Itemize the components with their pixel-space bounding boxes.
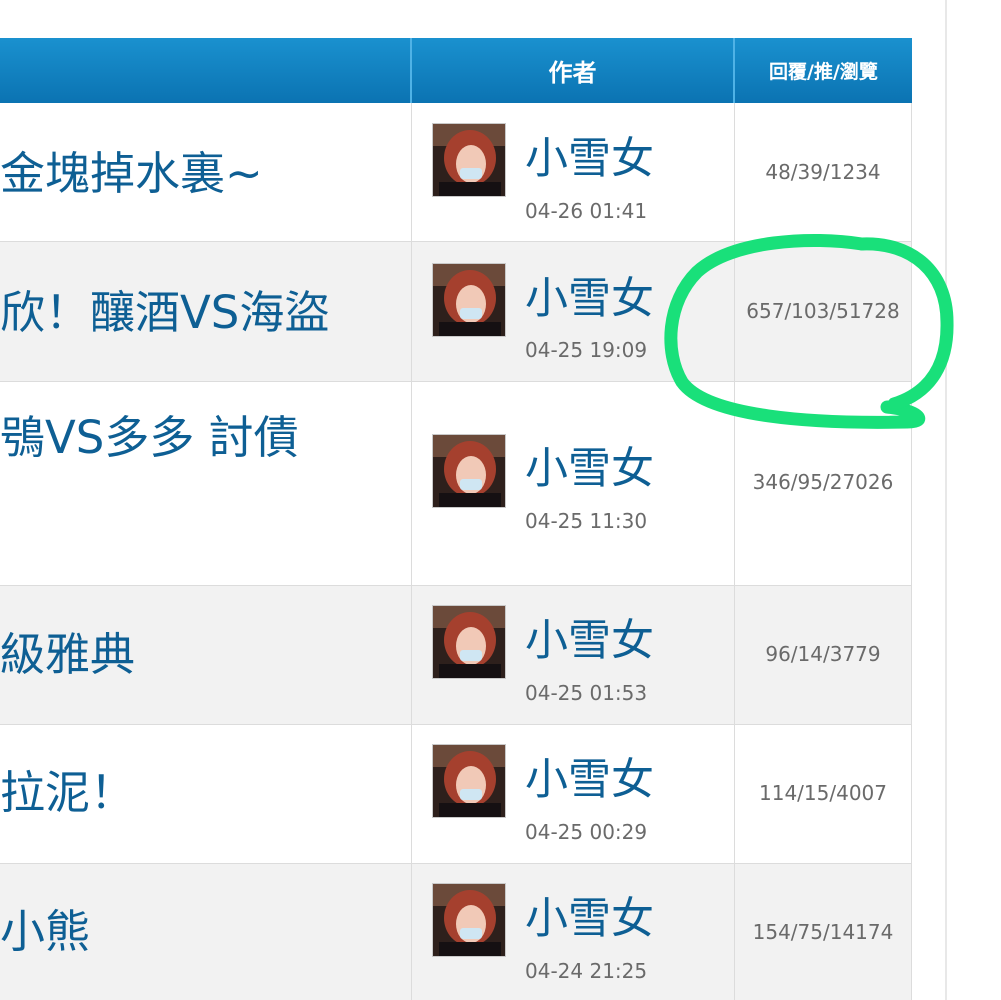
reply-push-view-stats: 346/95/27026 (752, 470, 894, 494)
post-time: 04-24 21:25 (525, 959, 648, 983)
avatar-image (433, 884, 505, 956)
reply-push-view-stats: 114/15/4007 (759, 781, 887, 805)
avatar-image (433, 264, 505, 336)
thread-title-link[interactable]: 鴞VS多多 討債 (0, 410, 405, 466)
table-row[interactable]: 小熊 小雪女 04-24 21:25 154/75/14174 (0, 864, 912, 1000)
reply-push-view-stats: 48/39/1234 (765, 160, 881, 184)
forum-page: 作者 回覆/推/瀏覽 金塊掉水裏~ 小雪女 04-26 01:41 48/39/… (0, 0, 1001, 1000)
reply-push-view-stats: 96/14/3779 (765, 642, 881, 666)
author-name-link[interactable]: 小雪女 (525, 893, 654, 945)
thread-title-link[interactable]: 小熊 (0, 904, 405, 960)
post-time: 04-25 00:29 (525, 820, 648, 844)
table-header: 作者 回覆/推/瀏覽 (0, 38, 912, 103)
post-time: 04-25 11:30 (525, 509, 648, 533)
author-avatar[interactable] (432, 434, 506, 508)
thread-title-link[interactable]: 欣！釀酒VS海盜 (0, 285, 405, 341)
author-avatar[interactable] (432, 744, 506, 818)
thread-rows: 金塊掉水裏~ 小雪女 04-26 01:41 48/39/1234 欣！釀酒VS… (0, 103, 912, 1000)
post-time: 04-25 19:09 (525, 338, 648, 362)
reply-push-view-stats: 154/75/14174 (752, 920, 894, 944)
post-time: 04-25 01:53 (525, 681, 648, 705)
author-name-link[interactable]: 小雪女 (525, 754, 654, 806)
header-author: 作者 (548, 59, 597, 87)
thread-title-link[interactable]: 級雅典 (0, 627, 405, 683)
table-row[interactable]: 欣！釀酒VS海盜 小雪女 04-25 19:09 657/103/51728 (0, 242, 912, 382)
table-row[interactable]: 鴞VS多多 討債 小雪女 04-25 11:30 346/95/27026 (0, 382, 912, 586)
avatar-image (433, 435, 505, 507)
header-title-column (0, 38, 410, 103)
table-row[interactable]: 級雅典 小雪女 04-25 01:53 96/14/3779 (0, 586, 912, 725)
author-avatar[interactable] (432, 605, 506, 679)
post-time: 04-26 01:41 (525, 199, 648, 223)
avatar-image (433, 124, 505, 196)
avatar-image (433, 745, 505, 817)
header-stats: 回覆/推/瀏覽 (769, 61, 878, 83)
author-avatar[interactable] (432, 123, 506, 197)
thread-title-link[interactable]: 金塊掉水裏~ (0, 146, 405, 202)
thread-title-link[interactable]: 拉泥！ (0, 765, 405, 821)
author-avatar[interactable] (432, 263, 506, 337)
reply-push-view-stats: 657/103/51728 (746, 299, 900, 323)
author-name-link[interactable]: 小雪女 (525, 133, 654, 185)
author-name-link[interactable]: 小雪女 (525, 443, 654, 495)
sidebar-divider (945, 0, 947, 1000)
table-row[interactable]: 拉泥！ 小雪女 04-25 00:29 114/15/4007 (0, 725, 912, 864)
author-name-link[interactable]: 小雪女 (525, 273, 654, 325)
thread-list-table: 作者 回覆/推/瀏覽 金塊掉水裏~ 小雪女 04-26 01:41 48/39/… (0, 38, 912, 1000)
author-avatar[interactable] (432, 883, 506, 957)
table-row[interactable]: 金塊掉水裏~ 小雪女 04-26 01:41 48/39/1234 (0, 103, 912, 242)
avatar-image (433, 606, 505, 678)
author-name-link[interactable]: 小雪女 (525, 615, 654, 667)
